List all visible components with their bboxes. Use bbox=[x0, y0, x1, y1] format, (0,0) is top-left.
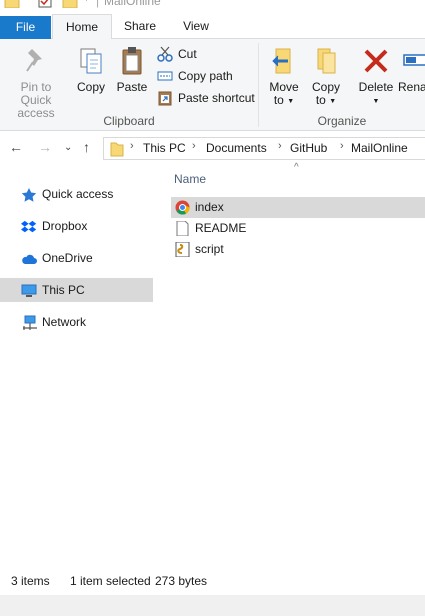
copy-to-label-line2: to bbox=[315, 93, 326, 107]
cut-button[interactable]: Cut bbox=[157, 44, 197, 64]
title-bar: ▾ | MailOnline bbox=[0, 0, 425, 10]
move-to-label-line2: to bbox=[273, 93, 284, 107]
file-row-script[interactable]: script bbox=[171, 239, 425, 260]
navpane-label: This PC bbox=[42, 283, 85, 297]
navpane-item-onedrive[interactable]: OneDrive bbox=[0, 246, 153, 270]
qat-dropdown-icon[interactable]: ▾ bbox=[84, 0, 89, 7]
status-bar: 3 items 1 item selected 273 bytes bbox=[0, 567, 425, 595]
status-item-count: 3 items bbox=[11, 574, 50, 588]
pin-to-quick-access-button[interactable]: Pin to Quick access bbox=[4, 45, 68, 120]
cloud-icon bbox=[22, 254, 37, 264]
navpane-item-this-pc[interactable]: This PC bbox=[0, 278, 153, 302]
file-name: README bbox=[195, 221, 247, 235]
breadcrumb-github[interactable]: GitHub bbox=[290, 141, 327, 155]
delete-icon bbox=[364, 49, 388, 73]
copy-icon bbox=[80, 48, 102, 74]
navpane-label: Dropbox bbox=[42, 219, 88, 233]
file-list-pane: ^ Name index README script bbox=[157, 162, 425, 567]
file-name: script bbox=[195, 242, 224, 256]
move-to-icon bbox=[272, 48, 291, 74]
navigation-pane: Quick access Dropbox OneDrive This PC Ne… bbox=[0, 165, 157, 567]
clipboard-group-label: Clipboard bbox=[103, 114, 155, 128]
breadcrumb-chevron-icon[interactable]: › bbox=[192, 140, 196, 152]
copy-button[interactable]: Copy bbox=[74, 45, 108, 94]
navpane-label: Quick access bbox=[42, 187, 114, 201]
navpane-label: Network bbox=[42, 315, 87, 329]
rename-icon bbox=[403, 54, 425, 66]
breadcrumb-mailonline[interactable]: MailOnline bbox=[351, 141, 408, 155]
chrome-html-icon bbox=[175, 200, 190, 215]
address-bar[interactable]: › This PC › Documents › GitHub › MailOnl… bbox=[103, 137, 425, 160]
copy-to-icon bbox=[317, 48, 336, 74]
copy-to-label-line1: Copy bbox=[311, 80, 340, 94]
move-to-dropdown-icon: ▼ bbox=[287, 98, 295, 105]
move-to-button[interactable]: Move to ▼ bbox=[266, 45, 302, 108]
breadcrumb-documents[interactable]: Documents bbox=[206, 141, 267, 155]
back-arrow-icon[interactable]: ← bbox=[9, 139, 23, 155]
computer-icon bbox=[21, 284, 37, 297]
tab-home[interactable]: Home bbox=[52, 14, 112, 40]
delete-button[interactable]: Delete ▼ bbox=[356, 45, 396, 108]
scissors-icon bbox=[157, 46, 173, 62]
navpane-item-quick-access[interactable]: Quick access bbox=[0, 182, 153, 206]
paste-label: Paste bbox=[116, 80, 148, 94]
network-icon bbox=[23, 315, 37, 330]
breadcrumb-chevron-icon[interactable]: › bbox=[278, 140, 282, 152]
navpane-item-network[interactable]: Network bbox=[0, 310, 153, 334]
paste-shortcut-icon bbox=[158, 91, 172, 106]
window-bottom-edge bbox=[0, 595, 425, 616]
address-row: ← → ⌄ ↑ › This PC › Documents › GitHub ›… bbox=[0, 131, 425, 165]
navpane-label: OneDrive bbox=[42, 251, 93, 265]
copy-to-dropdown-icon: ▼ bbox=[329, 98, 337, 105]
copy-path-label: Copy path bbox=[178, 69, 233, 83]
tab-share[interactable]: Share bbox=[112, 14, 168, 39]
move-to-label-line1: Move bbox=[269, 80, 299, 94]
forward-arrow-icon[interactable]: → bbox=[38, 139, 52, 155]
copy-label: Copy bbox=[76, 80, 105, 94]
dropbox-icon bbox=[21, 220, 37, 233]
ribbon-tabs: File Home Share View bbox=[0, 10, 425, 40]
column-header-name[interactable]: Name bbox=[174, 172, 206, 186]
pin-label-line1: Pin to Quick bbox=[20, 80, 52, 107]
title-separator: | bbox=[96, 0, 100, 8]
rename-button[interactable]: Rena bbox=[398, 45, 425, 94]
paste-icon bbox=[122, 47, 142, 75]
file-name: index bbox=[195, 200, 224, 214]
navpane-item-dropbox[interactable]: Dropbox bbox=[0, 214, 153, 238]
folder-icon bbox=[110, 142, 124, 157]
file-row-index[interactable]: index bbox=[171, 197, 425, 218]
script-file-icon bbox=[175, 242, 190, 257]
breadcrumb-this-pc[interactable]: This PC bbox=[143, 141, 186, 155]
window-title: MailOnline bbox=[104, 0, 161, 8]
recent-locations-chevron-icon[interactable]: ⌄ bbox=[64, 142, 72, 153]
paste-button[interactable]: Paste bbox=[114, 45, 150, 94]
delete-label: Delete bbox=[358, 80, 394, 94]
pin-icon bbox=[26, 49, 42, 72]
status-size: 273 bytes bbox=[155, 574, 208, 588]
star-icon bbox=[21, 188, 37, 202]
copy-path-icon bbox=[157, 71, 173, 81]
sort-ascending-icon: ^ bbox=[294, 162, 299, 173]
tab-view[interactable]: View bbox=[168, 14, 224, 39]
copy-path-button[interactable]: Copy path bbox=[157, 66, 233, 86]
paste-shortcut-button[interactable]: Paste shortcut bbox=[157, 88, 255, 108]
tab-file[interactable]: File bbox=[0, 16, 51, 39]
folder-icon bbox=[4, 0, 20, 8]
copy-to-button[interactable]: Copy to ▼ bbox=[308, 45, 344, 108]
new-folder-icon[interactable] bbox=[62, 0, 78, 8]
breadcrumb-chevron-icon[interactable]: › bbox=[340, 140, 344, 152]
paste-shortcut-label: Paste shortcut bbox=[178, 91, 255, 105]
ribbon-home: Pin to Quick access Copy Paste Cut Copy … bbox=[0, 39, 425, 131]
file-row-readme[interactable]: README bbox=[171, 218, 425, 239]
organize-group-label: Organize bbox=[317, 114, 367, 128]
rename-label: Rena bbox=[398, 80, 425, 94]
properties-icon[interactable] bbox=[38, 0, 52, 8]
status-selection: 1 item selected bbox=[70, 574, 151, 588]
cut-label: Cut bbox=[178, 47, 197, 61]
breadcrumb-chevron-icon[interactable]: › bbox=[130, 140, 134, 152]
text-file-icon bbox=[176, 221, 189, 236]
up-arrow-icon[interactable]: ↑ bbox=[83, 139, 90, 155]
delete-dropdown-icon: ▼ bbox=[372, 98, 380, 105]
